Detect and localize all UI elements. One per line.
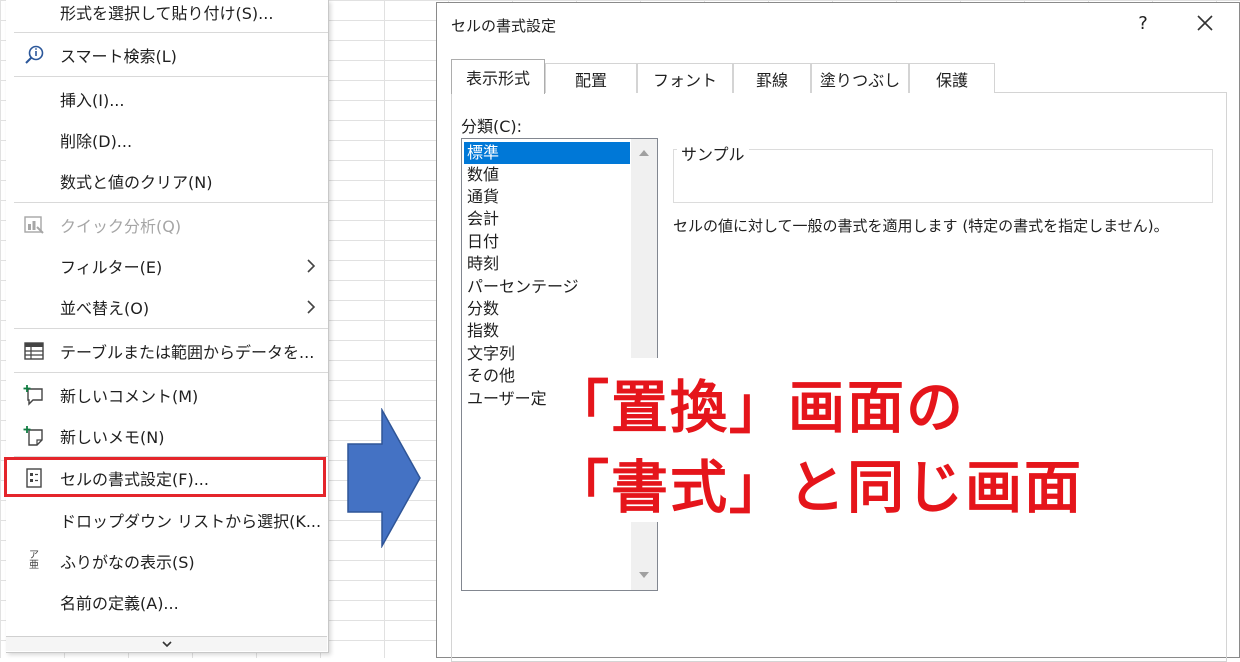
menu-item-new-note[interactable]: 新しいメモ(N) (6, 416, 328, 456)
menu-item-label: 削除(D)... (60, 132, 133, 151)
menu-scroll-down-button[interactable] (6, 636, 327, 651)
close-icon[interactable] (1193, 11, 1217, 35)
menu-item-paste-special[interactable]: 形式を選択して貼り付け(S)... (6, 0, 328, 32)
submenu-chevron-icon (307, 300, 316, 314)
menu-item-label: 並べ替え(O) (60, 299, 150, 318)
annotation-callout: 「置換」画面の 「書式」と同じ画面 (546, 358, 1106, 522)
menu-item-pick-from-dropdown[interactable]: ドロップダウン リストから選択(K... (6, 500, 328, 540)
format-cells-highlight-box (4, 457, 326, 497)
menu-item-label: フィルター(E) (60, 258, 163, 277)
category-item-currency[interactable]: 通貨 (464, 186, 630, 208)
tab-font[interactable]: フォント (637, 63, 733, 93)
category-item-fraction[interactable]: 分数 (464, 298, 630, 320)
context-menu: 形式を選択して貼り付け(S)... スマート検索(L) 挿入(I)... 削除(… (4, 0, 329, 653)
annotation-line-1: 「置換」画面の (552, 375, 965, 441)
submenu-chevron-icon (307, 259, 316, 273)
menu-item-label: 形式を選択して貼り付け(S)... (60, 4, 274, 23)
menu-item-define-name[interactable]: 名前の定義(A)... (6, 582, 328, 622)
format-cells-dialog: セルの書式設定 ? 表示形式 配置 フォント 罫線 塗りつぶし 保護 分類(C)… (436, 2, 1240, 662)
new-comment-icon (22, 384, 46, 406)
format-description: セルの値に対して一般の書式を適用します (特定の書式を指定しません)。 (673, 217, 1169, 235)
furigana-icon: ア 亜 (22, 550, 46, 572)
category-label: 分類(C): (461, 117, 523, 136)
menu-item-label: スマート検索(L) (60, 47, 177, 66)
menu-separator (14, 32, 328, 33)
category-item-date[interactable]: 日付 (464, 231, 630, 253)
chevron-down-icon (161, 641, 172, 648)
tab-border[interactable]: 罫線 (733, 63, 811, 93)
dialog-title: セルの書式設定 (451, 17, 557, 35)
menu-item-label: 名前の定義(A)... (60, 594, 179, 613)
menu-separator (14, 202, 328, 203)
tab-alignment[interactable]: 配置 (545, 63, 637, 93)
menu-item-insert[interactable]: 挿入(I)... (6, 79, 328, 119)
tab-protection[interactable]: 保護 (909, 63, 995, 93)
menu-item-label: クイック分析(Q) (60, 217, 182, 236)
category-item-scientific[interactable]: 指数 (464, 320, 630, 342)
menu-item-label: 数式と値のクリア(N) (60, 173, 213, 192)
category-item-percentage[interactable]: パーセンテージ (464, 276, 630, 298)
menu-item-smart-search[interactable]: スマート検索(L) (6, 35, 328, 75)
quick-analysis-icon (22, 214, 46, 236)
menu-item-quick-analysis: クイック分析(Q) (6, 205, 328, 245)
tab-fill[interactable]: 塗りつぶし (811, 63, 909, 93)
menu-item-label: ドロップダウン リストから選択(K... (60, 512, 322, 531)
category-item-time[interactable]: 時刻 (464, 253, 630, 275)
scroll-down-icon[interactable] (638, 571, 650, 579)
menu-separator (14, 372, 328, 373)
menu-item-label: ふりがなの表示(S) (60, 553, 195, 572)
sample-label: サンプル (677, 141, 749, 165)
right-arrow-icon (347, 408, 421, 548)
sample-groupbox (673, 149, 1213, 203)
menu-item-delete[interactable]: 削除(D)... (6, 120, 328, 160)
menu-item-show-furigana[interactable]: ア 亜 ふりがなの表示(S) (6, 541, 328, 581)
menu-item-new-comment[interactable]: 新しいコメント(M) (6, 375, 328, 415)
menu-item-label: 挿入(I)... (60, 91, 125, 110)
menu-item-sort[interactable]: 並べ替え(O) (6, 287, 328, 327)
category-item-general[interactable]: 標準 (464, 142, 630, 164)
dialog-help-button[interactable]: ? (1133, 13, 1153, 34)
menu-item-clear-contents[interactable]: 数式と値のクリア(N) (6, 161, 328, 201)
smart-search-icon (22, 44, 46, 66)
category-item-number[interactable]: 数値 (464, 164, 630, 186)
annotation-line-2: 「書式」と同じ画面 (552, 455, 1083, 521)
scroll-up-icon[interactable] (638, 149, 650, 157)
menu-item-get-data-from-table[interactable]: テーブルまたは範囲からデータを... (6, 331, 328, 371)
furigana-icon-bottom-glyph: 亜 (29, 560, 39, 571)
menu-item-label: 新しいメモ(N) (60, 428, 165, 447)
menu-separator (14, 328, 328, 329)
tab-number[interactable]: 表示形式 (451, 59, 545, 94)
menu-item-label: 新しいコメント(M) (60, 387, 199, 406)
new-note-icon (22, 425, 46, 447)
menu-separator (14, 76, 328, 77)
table-icon (22, 340, 46, 362)
category-item-accounting[interactable]: 会計 (464, 208, 630, 230)
menu-item-filter[interactable]: フィルター(E) (6, 246, 328, 286)
menu-item-label: テーブルまたは範囲からデータを... (60, 343, 315, 362)
